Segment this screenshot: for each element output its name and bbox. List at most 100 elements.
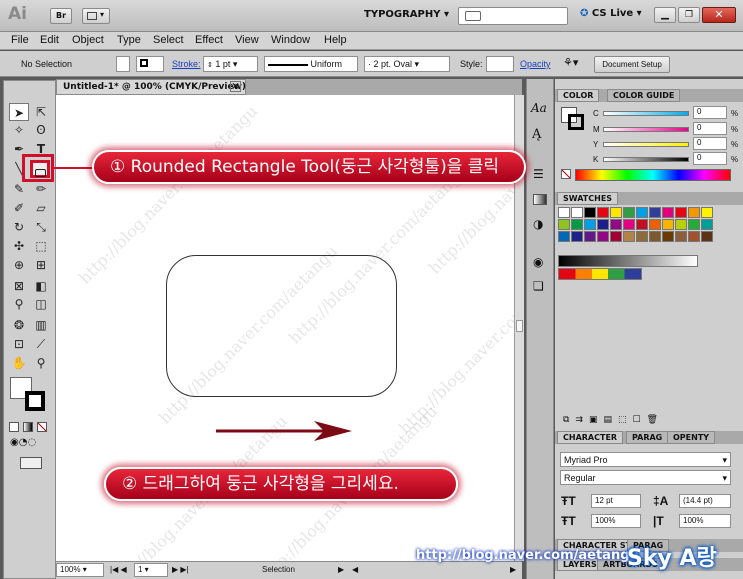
screen-mode-button[interactable] — [20, 457, 42, 469]
color-swatch[interactable] — [584, 207, 596, 218]
glyphs-panel-icon[interactable]: Ą — [532, 127, 541, 142]
menu-object[interactable]: Object — [72, 34, 104, 46]
eraser-tool[interactable]: ▱ — [31, 199, 51, 217]
color-swatch[interactable] — [597, 219, 609, 230]
menu-edit[interactable]: Edit — [40, 34, 59, 46]
perspective-grid-tool[interactable]: ⊞ — [31, 256, 51, 274]
tab-character[interactable]: CHARACTER — [557, 431, 624, 444]
color-swatch[interactable] — [636, 231, 648, 242]
stroke-color-box[interactable] — [25, 391, 45, 411]
graphic-style-picker[interactable] — [486, 56, 514, 72]
scroll-right-icon[interactable]: ▶ — [510, 565, 516, 574]
artboard-tool[interactable]: ⊡ — [9, 335, 29, 353]
document-tab[interactable]: Untitled-1* @ 100% (CMYK/Preview) × — [56, 79, 246, 95]
scale-tool[interactable]: ⤡ — [31, 218, 51, 236]
lasso-tool[interactable]: ʘ — [31, 121, 51, 139]
scroll-thumb[interactable] — [516, 320, 523, 332]
none-swatch[interactable] — [561, 169, 571, 179]
document-setup-button[interactable]: Document Setup — [594, 56, 670, 73]
symbol-sprayer-tool[interactable]: ❂ — [9, 316, 29, 334]
brush-definition[interactable]: · 2 pt. Oval ▾ — [364, 56, 450, 72]
first-artboard-icon[interactable]: |◀ ◀ — [110, 565, 127, 574]
menu-view[interactable]: View — [235, 34, 259, 46]
font-style-field[interactable]: Regular ▾ — [560, 470, 731, 485]
search-help-field[interactable] — [458, 7, 568, 25]
magenta-field[interactable]: 0 — [693, 122, 727, 135]
color-swatch[interactable] — [623, 231, 635, 242]
leading-field[interactable]: (14.4 pt) — [679, 494, 731, 508]
column-graph-tool[interactable]: ▥ — [31, 316, 51, 334]
swatches-footer-buttons[interactable]: ⧉⇉▣▤⬚☐🗑 — [563, 415, 739, 427]
stroke-indicator[interactable] — [568, 114, 584, 130]
bright-swatch-row[interactable] — [558, 268, 642, 280]
stroke-link[interactable]: Stroke: — [172, 59, 201, 69]
color-swatch[interactable] — [662, 219, 674, 230]
yellow-slider[interactable] — [603, 142, 689, 147]
color-swatch[interactable] — [662, 207, 674, 218]
color-swatch[interactable] — [571, 207, 583, 218]
tab-swatches[interactable]: SWATCHES — [557, 192, 619, 205]
color-swatch[interactable] — [675, 231, 687, 242]
fill-swatch[interactable] — [116, 56, 130, 72]
stroke-swatch[interactable] — [136, 56, 164, 72]
zoom-tool[interactable]: ⚲ — [31, 354, 51, 372]
vertical-scale-field[interactable]: 100% — [679, 514, 731, 528]
transparency-panel-icon[interactable]: ◑ — [533, 217, 543, 231]
restore-button[interactable]: ❐ — [678, 7, 700, 23]
close-tab-icon[interactable]: × — [230, 81, 241, 92]
next-artboard-icon[interactable]: ▶ ▶| — [172, 565, 189, 574]
cyan-field[interactable]: 0 — [693, 106, 727, 119]
rounded-rectangle-shape[interactable] — [166, 255, 397, 397]
color-swatch[interactable] — [701, 231, 713, 242]
color-swatch[interactable] — [701, 219, 713, 230]
color-swatch[interactable] — [584, 219, 596, 230]
color-swatch[interactable] — [558, 207, 570, 218]
menu-select[interactable]: Select — [153, 34, 184, 46]
menu-type[interactable]: Type — [117, 34, 141, 46]
color-swatch[interactable] — [597, 231, 609, 242]
color-swatch[interactable] — [662, 231, 674, 242]
recolor-artwork-button[interactable]: ⚘▾ — [563, 56, 589, 72]
gradient-tool[interactable]: ◧ — [31, 277, 51, 295]
rotate-tool[interactable]: ↻ — [9, 218, 29, 236]
hand-tool[interactable]: ✋ — [9, 354, 29, 372]
font-family-field[interactable]: Myriad Pro ▾ — [560, 452, 731, 467]
magic-wand-tool[interactable]: ✧ — [9, 121, 29, 139]
color-swatch[interactable] — [571, 231, 583, 242]
color-swatch[interactable] — [688, 207, 700, 218]
minimize-button[interactable]: ▁ — [654, 7, 676, 23]
color-swatch[interactable] — [610, 231, 622, 242]
tab-color[interactable]: COLOR — [557, 89, 600, 102]
horizontal-scale-field[interactable]: 100% — [591, 514, 641, 528]
gradient-mode-button[interactable] — [23, 422, 33, 432]
gradient-panel-icon[interactable] — [533, 194, 547, 205]
close-window-button[interactable]: ✕ — [702, 7, 736, 23]
menu-help[interactable]: Help — [324, 34, 347, 46]
color-swatch[interactable] — [701, 207, 713, 218]
color-swatch[interactable] — [597, 207, 609, 218]
paintbrush-tool[interactable]: ✎ — [9, 180, 29, 198]
opacity-link[interactable]: Opacity — [520, 59, 551, 69]
color-swatch[interactable] — [688, 219, 700, 230]
arrange-documents-button[interactable]: ▾ — [82, 8, 110, 24]
status-menu-icon[interactable]: ▶ — [338, 565, 344, 574]
stroke-weight-field[interactable]: ⇕ 1 pt ▾ — [203, 56, 258, 72]
stroke-panel-icon[interactable]: ☰ — [533, 167, 544, 181]
workspace-switcher[interactable]: TYPOGRAPHY ▾ — [364, 9, 449, 20]
magenta-slider[interactable] — [603, 127, 689, 132]
pencil-tool[interactable]: ✏ — [31, 180, 51, 198]
slice-tool[interactable]: ⟋ — [31, 335, 51, 353]
tab-paragraph[interactable]: PARAG — [626, 431, 669, 444]
color-swatch[interactable] — [584, 231, 596, 242]
menu-file[interactable]: File — [11, 34, 29, 46]
color-swatch[interactable] — [571, 219, 583, 230]
free-transform-tool[interactable]: ⬚ — [31, 237, 51, 255]
color-swatch[interactable] — [675, 219, 687, 230]
variable-width-profile[interactable]: Uniform — [264, 56, 358, 72]
graphic-styles-panel-icon[interactable]: ❏ — [533, 279, 544, 293]
color-swatch[interactable] — [558, 219, 570, 230]
artboard-number-field[interactable]: 1 ▾ — [134, 563, 168, 577]
bridge-button[interactable]: Br — [50, 8, 72, 24]
width-tool[interactable]: ✣ — [9, 237, 29, 255]
color-swatch[interactable] — [623, 219, 635, 230]
